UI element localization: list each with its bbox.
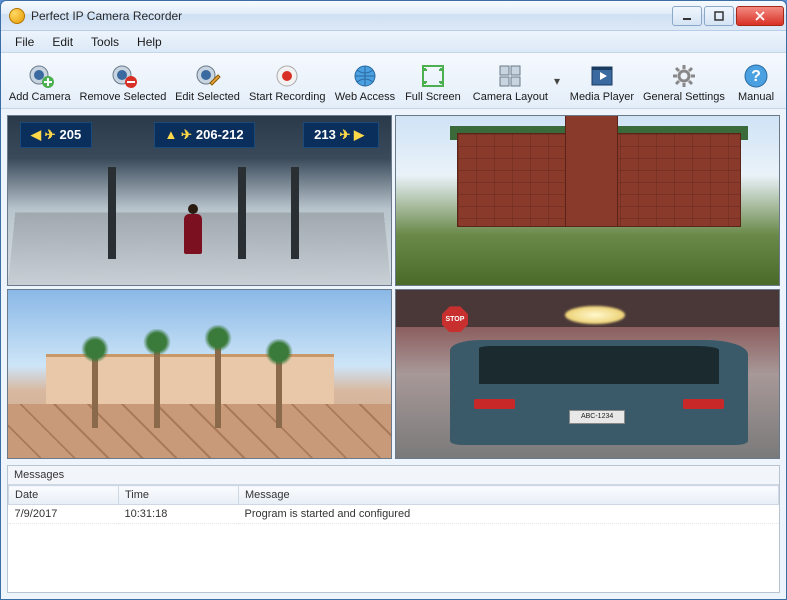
camera-feed-3[interactable]: [7, 289, 392, 460]
airport-sign: 213 ✈ ▶: [303, 122, 379, 148]
general-settings-button[interactable]: General Settings: [642, 57, 726, 105]
window-title: Perfect IP Camera Recorder: [31, 9, 182, 23]
minimize-icon: [681, 11, 693, 21]
camera-feed-2[interactable]: [395, 115, 780, 286]
grid-icon: [496, 63, 524, 89]
column-time[interactable]: Time: [119, 486, 239, 505]
help-icon: ?: [742, 63, 770, 89]
maximize-button[interactable]: [704, 6, 734, 26]
menubar: File Edit Tools Help: [1, 31, 786, 53]
messages-log[interactable]: Date Time Message 7/9/2017 10:31:18 Prog…: [8, 485, 779, 592]
close-button[interactable]: [736, 6, 784, 26]
log-message: Program is started and configured: [239, 505, 779, 524]
camera-grid: ◀ ✈205 ▲ ✈206-212 213 ✈ ▶ STOP: [7, 115, 780, 459]
log-date: 7/9/2017: [9, 505, 119, 524]
camera-feed-4[interactable]: STOP ABC-1234: [395, 289, 780, 460]
edit-selected-button[interactable]: Edit Selected: [173, 57, 241, 105]
menu-edit[interactable]: Edit: [44, 33, 81, 51]
menu-tools[interactable]: Tools: [83, 33, 127, 51]
camera-layout-dropdown[interactable]: ▾: [552, 74, 562, 88]
full-screen-button[interactable]: Full Screen: [403, 57, 463, 105]
column-date[interactable]: Date: [9, 486, 119, 505]
manual-button[interactable]: ? Manual: [732, 57, 780, 105]
media-player-button[interactable]: Media Player: [568, 57, 636, 105]
app-window: Perfect IP Camera Recorder File Edit Too…: [0, 0, 787, 600]
media-player-icon: [588, 63, 616, 89]
menu-help[interactable]: Help: [129, 33, 170, 51]
license-plate: ABC-1234: [569, 410, 625, 424]
globe-icon: [351, 63, 379, 89]
record-icon: [273, 63, 301, 89]
airport-sign: ◀ ✈205: [20, 122, 92, 148]
content-area: ◀ ✈205 ▲ ✈206-212 213 ✈ ▶ STOP: [1, 109, 786, 599]
add-camera-button[interactable]: Add Camera: [7, 57, 73, 105]
toolbar: Add Camera Remove Selected Edit Selected…: [1, 53, 786, 109]
minimize-button[interactable]: [672, 6, 702, 26]
camera-layout-button[interactable]: Camera Layout: [469, 57, 552, 105]
camera-remove-icon: [109, 63, 137, 89]
maximize-icon: [713, 11, 725, 21]
camera-edit-icon: [194, 63, 222, 89]
messages-panel: Messages Date Time Message 7/9/2017 10:3…: [7, 465, 780, 593]
start-recording-button[interactable]: Start Recording: [248, 57, 327, 105]
app-icon: [9, 8, 25, 24]
column-message[interactable]: Message: [239, 486, 779, 505]
close-icon: [754, 11, 766, 21]
camera-feed-1[interactable]: ◀ ✈205 ▲ ✈206-212 213 ✈ ▶: [7, 115, 392, 286]
table-row[interactable]: 7/9/2017 10:31:18 Program is started and…: [9, 505, 779, 524]
web-access-button[interactable]: Web Access: [333, 57, 397, 105]
messages-panel-header: Messages: [8, 466, 779, 485]
gear-icon: [670, 63, 698, 89]
svg-text:?: ?: [751, 68, 761, 85]
remove-selected-button[interactable]: Remove Selected: [79, 57, 168, 105]
log-time: 10:31:18: [119, 505, 239, 524]
camera-add-icon: [26, 63, 54, 89]
titlebar[interactable]: Perfect IP Camera Recorder: [1, 1, 786, 31]
chevron-down-icon: ▾: [554, 74, 560, 88]
fullscreen-icon: [419, 63, 447, 89]
menu-file[interactable]: File: [7, 33, 42, 51]
airport-sign: ▲ ✈206-212: [154, 122, 255, 148]
